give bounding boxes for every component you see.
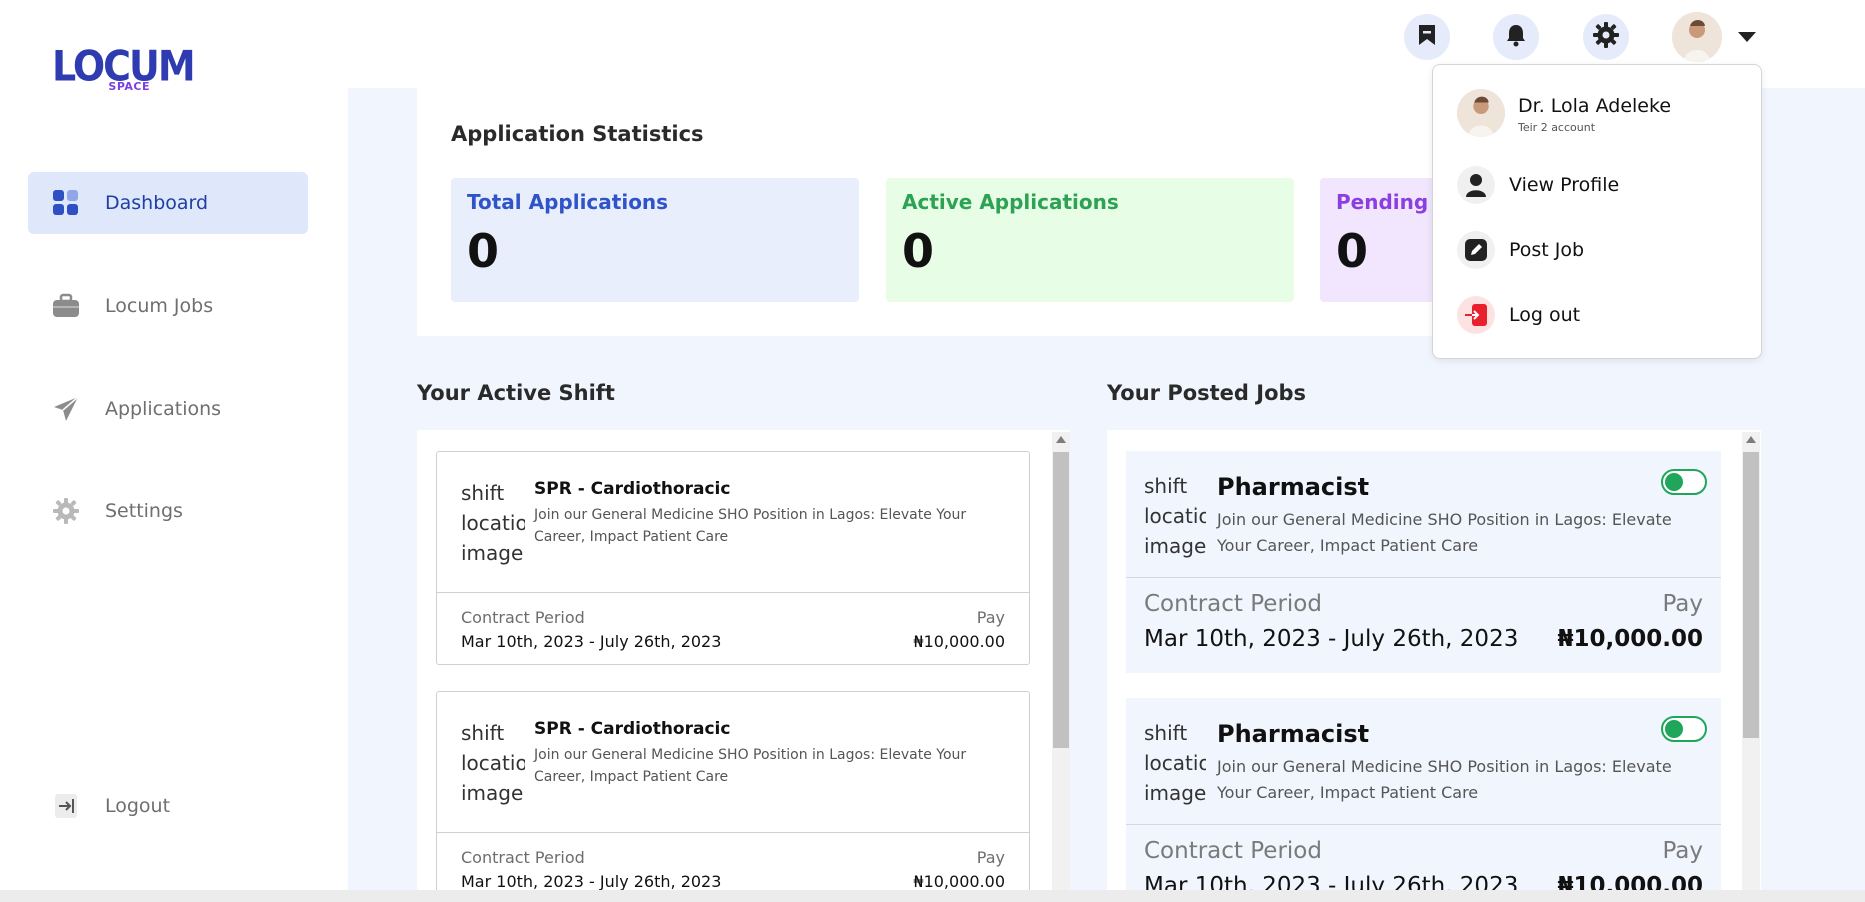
dropdown-user-name: Dr. Lola Adeleke bbox=[1518, 95, 1672, 117]
logo-subtext: SPACE bbox=[108, 80, 150, 93]
dropdown-account-tier: Teir 2 account bbox=[1518, 121, 1596, 134]
stat-label: Total Applications bbox=[467, 190, 669, 214]
user-avatar[interactable] bbox=[1672, 12, 1722, 62]
stat-value: 0 bbox=[467, 224, 500, 278]
contract-period-label: Contract Period bbox=[1144, 591, 1322, 617]
shift-description: Join our General Medicine SHO Position i… bbox=[534, 747, 967, 785]
active-shift-title: Your Active Shift bbox=[417, 381, 615, 405]
divider bbox=[437, 832, 1029, 833]
stat-active-applications: Active Applications 0 bbox=[886, 178, 1294, 302]
sidebar-item-applications[interactable]: Applications bbox=[28, 378, 308, 440]
shift-card[interactable]: shift location image SPR - Cardiothoraci… bbox=[436, 691, 1030, 902]
contract-period-label: Contract Period bbox=[461, 848, 585, 867]
logout-label: Logout bbox=[105, 795, 171, 817]
divider bbox=[1126, 577, 1721, 578]
job-location-image: shift location image bbox=[1144, 474, 1206, 558]
sidebar-item-label: Dashboard bbox=[105, 192, 209, 214]
job-description: Join our General Medicine SHO Position i… bbox=[1217, 510, 1672, 555]
gear-icon bbox=[1593, 22, 1619, 52]
shift-description: Join our General Medicine SHO Position i… bbox=[534, 507, 967, 545]
view-profile-menu-item[interactable]: View Profile bbox=[1457, 165, 1737, 205]
pay-label: Pay bbox=[1662, 591, 1703, 617]
scroll-thumb[interactable] bbox=[1053, 452, 1069, 748]
stat-total-applications: Total Applications 0 bbox=[451, 178, 859, 302]
active-shift-scrollbar[interactable] bbox=[1052, 432, 1070, 890]
dropdown-avatar bbox=[1457, 89, 1505, 137]
briefcase-icon bbox=[52, 292, 80, 320]
posted-jobs-title: Your Posted Jobs bbox=[1107, 381, 1307, 405]
divider bbox=[1126, 824, 1721, 825]
contract-period-value: Mar 10th, 2023 - July 26th, 2023 bbox=[1144, 873, 1519, 890]
post-job-menu-item[interactable]: Post Job bbox=[1457, 230, 1737, 270]
job-description: Join our General Medicine SHO Position i… bbox=[1217, 757, 1672, 802]
pay-value: ₦10,000.00 bbox=[913, 872, 1005, 891]
pay-value: ₦10,000.00 bbox=[913, 632, 1005, 651]
profile-dropdown-menu: Dr. Lola Adeleke Teir 2 account View Pro… bbox=[1432, 64, 1762, 359]
pay-label: Pay bbox=[976, 848, 1005, 867]
menu-item-label: Log out bbox=[1509, 304, 1581, 326]
contract-period-value: Mar 10th, 2023 - July 26th, 2023 bbox=[1144, 626, 1519, 652]
shift-card[interactable]: shift location image SPR - Cardiothoraci… bbox=[436, 451, 1030, 665]
sidebar-item-locum-jobs[interactable]: Locum Jobs bbox=[28, 275, 308, 337]
app-root: LOCUM SPACE Dashboard Locum Jobs Applica… bbox=[0, 0, 1865, 902]
pay-label: Pay bbox=[1662, 838, 1703, 864]
job-title: Pharmacist bbox=[1217, 473, 1370, 501]
scroll-up-arrow-icon[interactable] bbox=[1746, 436, 1756, 443]
toggle-knob bbox=[1665, 473, 1683, 491]
shift-title: SPR - Cardiothoracic bbox=[534, 719, 731, 739]
shift-title: SPR - Cardiothoracic bbox=[534, 479, 731, 499]
dashboard-grid-icon bbox=[52, 189, 80, 217]
pay-value: ₦10,000.00 bbox=[1557, 626, 1703, 652]
job-title: Pharmacist bbox=[1217, 720, 1370, 748]
sidebar-item-label: Applications bbox=[105, 398, 222, 420]
stat-value: 0 bbox=[902, 224, 935, 278]
posted-job-card[interactable]: shift location image Pharmacist Join our… bbox=[1126, 451, 1721, 673]
job-active-toggle[interactable] bbox=[1661, 716, 1707, 742]
shift-location-image: shift location image bbox=[461, 481, 525, 565]
paper-plane-icon bbox=[52, 395, 80, 423]
logout-icon bbox=[52, 792, 80, 820]
contract-period-value: Mar 10th, 2023 - July 26th, 2023 bbox=[461, 872, 722, 891]
job-location-image: shift location image bbox=[1144, 721, 1206, 805]
sidebar: LOCUM SPACE Dashboard Locum Jobs Applica… bbox=[0, 0, 348, 890]
menu-item-label: View Profile bbox=[1509, 174, 1620, 196]
notifications-button[interactable] bbox=[1493, 14, 1539, 60]
user-icon bbox=[1457, 166, 1495, 204]
posted-jobs-scrollbar[interactable] bbox=[1742, 432, 1760, 890]
menu-item-label: Post Job bbox=[1509, 239, 1585, 261]
section-title: Application Statistics bbox=[451, 122, 704, 146]
sidebar-item-label: Settings bbox=[105, 500, 183, 522]
bookmark-icon bbox=[1416, 23, 1438, 51]
sidebar-logout-button[interactable]: Logout bbox=[28, 775, 308, 837]
sidebar-item-settings[interactable]: Settings bbox=[28, 480, 308, 542]
job-active-toggle[interactable] bbox=[1661, 469, 1707, 495]
edit-icon bbox=[1457, 231, 1495, 269]
gear-icon bbox=[52, 497, 80, 525]
pay-value: ₦10,000.00 bbox=[1557, 873, 1703, 890]
posted-job-card[interactable]: shift location image Pharmacist Join our… bbox=[1126, 698, 1721, 890]
scroll-up-arrow-icon[interactable] bbox=[1056, 436, 1066, 443]
horizontal-scrollbar[interactable] bbox=[0, 890, 1865, 902]
divider bbox=[437, 592, 1029, 593]
caret-down-icon[interactable] bbox=[1738, 32, 1756, 42]
logout-icon bbox=[1457, 296, 1495, 334]
bell-icon bbox=[1505, 23, 1527, 51]
sidebar-item-dashboard[interactable]: Dashboard bbox=[28, 172, 308, 234]
locum-space-logo[interactable]: LOCUM SPACE bbox=[52, 44, 196, 96]
contract-period-label: Contract Period bbox=[461, 608, 585, 627]
shift-location-image: shift location image bbox=[461, 721, 525, 805]
settings-button[interactable] bbox=[1583, 14, 1629, 60]
log-out-menu-item[interactable]: Log out bbox=[1457, 295, 1737, 335]
pay-label: Pay bbox=[976, 608, 1005, 627]
sidebar-item-label: Locum Jobs bbox=[105, 295, 214, 317]
bookmark-button[interactable] bbox=[1404, 14, 1450, 60]
contract-period-label: Contract Period bbox=[1144, 838, 1322, 864]
scroll-thumb[interactable] bbox=[1743, 452, 1759, 738]
stat-label: Active Applications bbox=[902, 190, 1119, 214]
contract-period-value: Mar 10th, 2023 - July 26th, 2023 bbox=[461, 632, 722, 651]
toggle-knob bbox=[1665, 720, 1683, 738]
